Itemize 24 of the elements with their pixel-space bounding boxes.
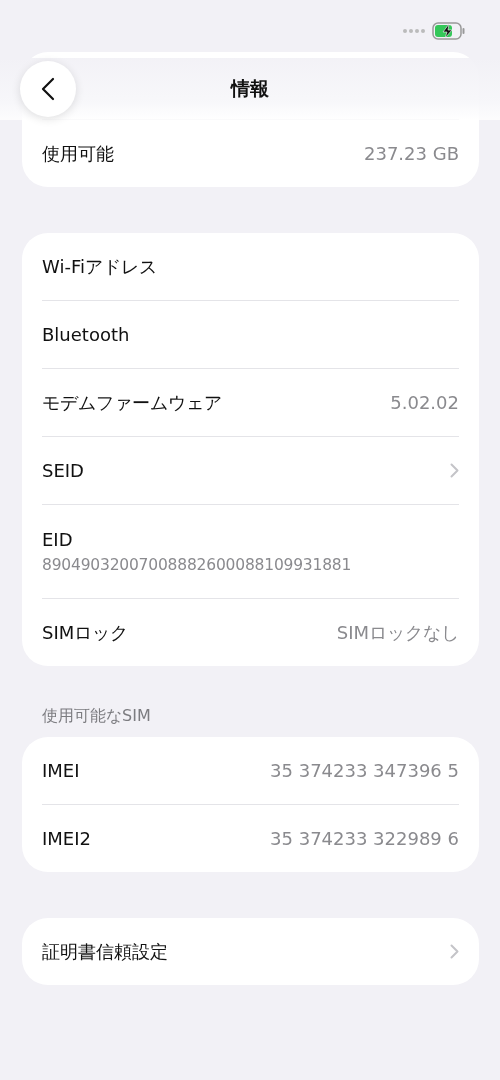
chevron-right-icon <box>450 463 459 478</box>
list-item[interactable]: SEID <box>42 437 459 504</box>
row-value: 237.23 GB <box>364 143 459 164</box>
list-item[interactable]: 証明書信頼設定 <box>42 918 459 985</box>
row-label: IMEI2 <box>42 828 91 849</box>
row-value: 35 374233 347396 5 <box>270 760 459 781</box>
row-label: モデムファームウェア <box>42 390 222 415</box>
section-header: 使用可能なSIM <box>42 706 152 727</box>
row-label: EID <box>42 529 73 550</box>
chevron-left-icon <box>41 77 55 101</box>
row-value: 89049032007008882600088109931881 <box>42 556 352 574</box>
page-title: 情報 <box>231 76 269 101</box>
row-label: 使用可能 <box>42 141 114 166</box>
row-label: Bluetooth <box>42 324 130 345</box>
row-label: Wi-Fiアドレス <box>42 254 157 279</box>
chevron-right-icon <box>450 944 459 959</box>
row-label: IMEI <box>42 760 80 781</box>
battery-charging-icon <box>432 22 466 40</box>
row-value: 5.02.02 <box>390 392 459 413</box>
row-value: SIMロックなし <box>336 620 459 645</box>
signal-icon <box>402 28 426 34</box>
row-label: SIMロック <box>42 620 129 645</box>
back-button[interactable] <box>20 61 76 117</box>
row-value: 35 374233 322989 6 <box>270 828 459 849</box>
